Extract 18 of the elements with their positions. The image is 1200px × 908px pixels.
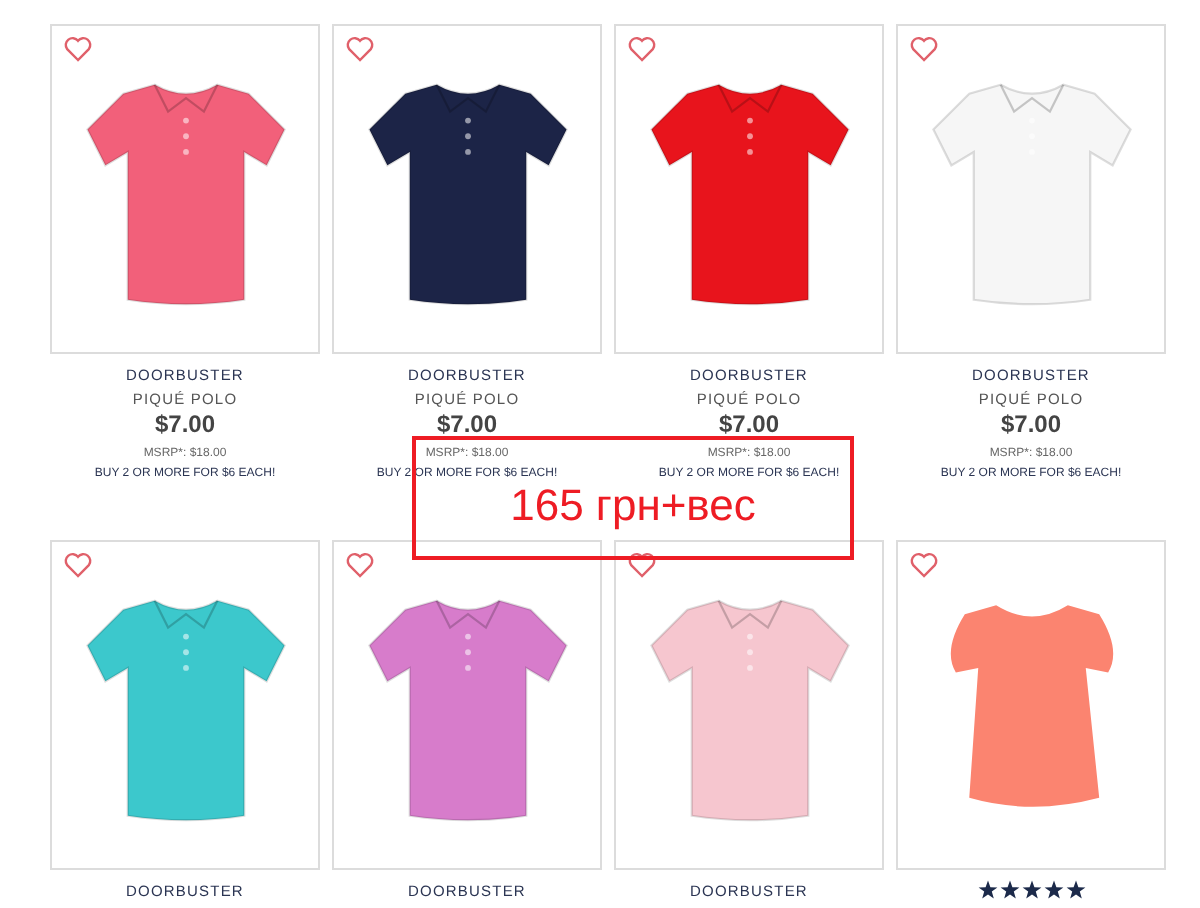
heart-icon[interactable] <box>346 552 374 578</box>
product-price: $7.00 <box>436 412 498 436</box>
star-icon <box>999 880 1019 900</box>
heart-icon[interactable] <box>346 36 374 62</box>
heart-icon[interactable] <box>64 552 92 578</box>
product-price: $7.00 <box>718 412 780 436</box>
product-price: $7.00 <box>154 412 216 436</box>
star-icon <box>1065 880 1085 900</box>
product-price: $7.00 <box>1000 412 1062 436</box>
star-icon <box>1043 880 1063 900</box>
heart-icon[interactable] <box>910 552 938 578</box>
heart-icon[interactable] <box>910 36 938 62</box>
star-icon <box>1021 880 1041 900</box>
heart-icon[interactable] <box>628 36 656 62</box>
product-card[interactable] <box>332 24 602 354</box>
heart-icon[interactable] <box>64 36 92 62</box>
star-icon <box>977 880 997 900</box>
heart-icon[interactable] <box>628 552 656 578</box>
